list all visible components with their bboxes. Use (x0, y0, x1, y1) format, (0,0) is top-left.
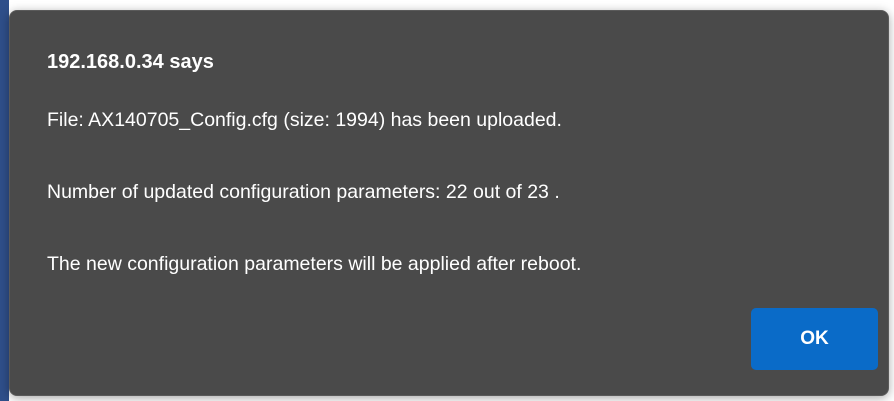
reboot-notice-message: The new configuration parameters will be… (47, 253, 582, 275)
parameters-count-message: Number of updated configuration paramete… (47, 181, 560, 203)
dialog-title: 192.168.0.34 says (47, 51, 214, 73)
alert-dialog: 192.168.0.34 says File: AX140705_Config.… (9, 10, 889, 396)
background-window-edge (0, 0, 9, 401)
upload-message: File: AX140705_Config.cfg (size: 1994) h… (47, 109, 562, 131)
ok-button[interactable]: OK (751, 308, 878, 370)
